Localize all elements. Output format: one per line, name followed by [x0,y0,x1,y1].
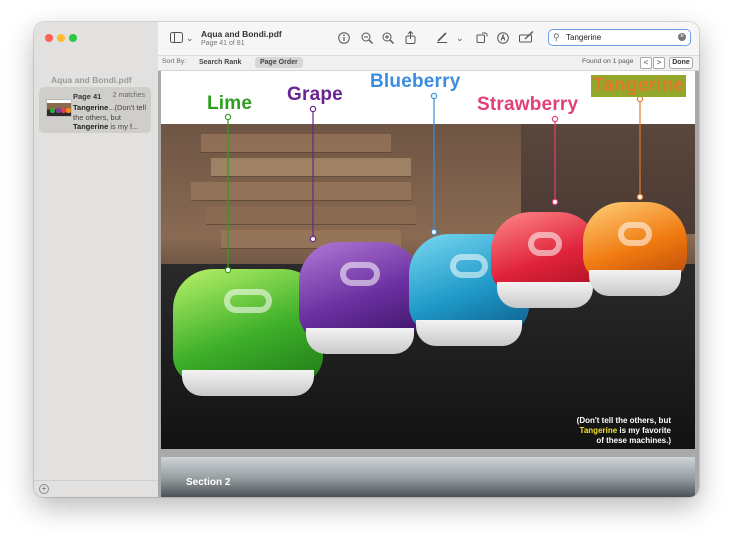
sidebar-icon[interactable] [170,32,183,46]
info-icon[interactable] [338,32,350,47]
next-match-button[interactable]: > [653,57,665,69]
search-result-item[interactable]: Page 41 2 matches Tangerine...(Don't tel… [39,87,151,133]
result-snippet: Tangerine...(Don't tell the others, but … [73,103,146,131]
page-thumbnail [46,99,72,117]
sort-page-order-button[interactable]: Page Order [255,57,303,68]
sidebar-footer: + [34,480,158,497]
search-icon: ⚲ [553,32,560,42]
label-tangerine-highlighted: Tangerine [591,75,687,97]
photo-caption: (Don't tell the others, but Tangerine is… [576,416,671,445]
label-strawberry: Strawberry [477,94,579,115]
document-title: Aqua and Bondi.pdf [201,29,282,39]
done-button[interactable]: Done [669,57,693,69]
search-input[interactable] [566,31,666,43]
chevron-down-icon[interactable]: ⌄ [186,32,194,44]
sidebar: Aqua and Bondi.pdf Page 41 2 matches Tan… [34,22,159,497]
zoom-in-icon[interactable] [382,32,394,47]
pdf-page: (Don't tell the others, but Tangerine is… [161,71,695,449]
rotate-icon[interactable] [476,31,488,46]
search-field[interactable]: ⚲ × [548,29,691,46]
zoom-window-button[interactable] [69,34,77,42]
previous-match-button[interactable]: < [640,57,652,69]
share-icon[interactable] [405,30,416,47]
result-match-count: 2 matches [112,92,145,99]
pdf-page-next: Section 2 [161,457,695,497]
sort-search-rank-button[interactable]: Search Rank [194,57,246,68]
form-icon[interactable] [519,31,534,46]
annotate-icon[interactable] [497,32,509,47]
sidebar-document-title: Aqua and Bondi.pdf [51,75,132,85]
markup-pen-icon[interactable] [436,31,448,46]
preview-window: Aqua and Bondi.pdf Page 41 2 matches Tan… [34,22,699,497]
clear-icon[interactable]: × [678,33,686,41]
document-page-indicator: Page 41 of 81 [201,40,245,47]
minimize-window-button[interactable] [57,34,65,42]
find-bar: Sort By: Search Rank Page Order Found on… [158,56,699,71]
label-grape: Grape [287,84,343,105]
label-blueberry: Blueberry [370,71,461,92]
zoom-out-icon[interactable] [361,32,373,47]
document-view[interactable]: (Don't tell the others, but Tangerine is… [158,71,699,497]
add-icon[interactable]: + [39,484,49,494]
toolbar: ⌄ Aqua and Bondi.pdf Page 41 of 81 ⌄ ⚲ T… [158,22,699,56]
chevron-down-icon[interactable]: ⌄ [456,32,464,44]
sort-by-label: Sort By: [162,58,187,65]
result-page-number: Page 41 [73,92,102,101]
section-heading: Section 2 [186,477,231,488]
close-window-button[interactable] [45,34,53,42]
found-status: Found on 1 page [582,58,634,65]
label-lime: Lime [207,93,253,114]
